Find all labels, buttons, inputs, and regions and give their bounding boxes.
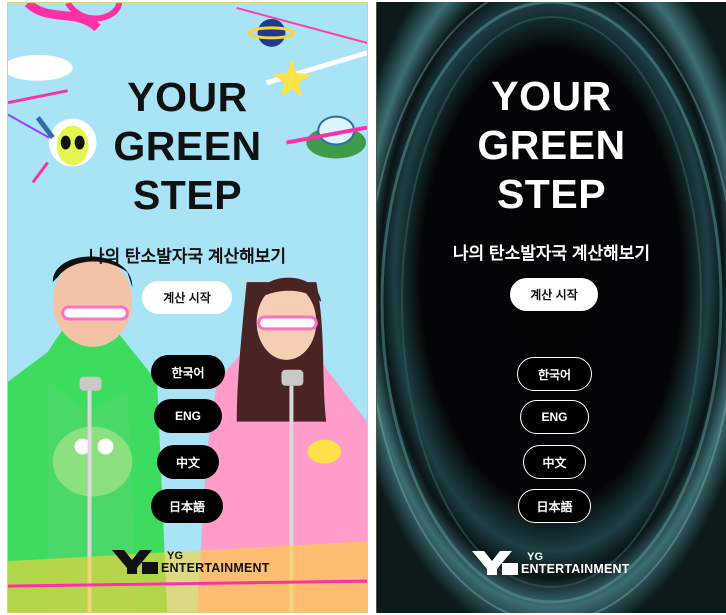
lang-button-japanese[interactable]: 日本語 bbox=[518, 489, 591, 523]
headline-line-1: YOUR bbox=[491, 73, 612, 119]
left-screen: YOUR GREEN STEP 나의 탄소발자국 계산해보기 계산 시작 한국어… bbox=[7, 2, 368, 613]
headline-line-2: GREEN bbox=[113, 123, 262, 169]
right-screen: YOUR GREEN STEP 나의 탄소발자국 계산해보기 계산 시작 한국어… bbox=[376, 2, 726, 613]
headline-line-3: STEP bbox=[496, 171, 607, 217]
start-button[interactable]: 계산 시작 bbox=[142, 281, 232, 314]
yg-logo-icon bbox=[472, 551, 518, 575]
lang-button-english[interactable]: ENG bbox=[520, 400, 589, 434]
start-button[interactable]: 계산 시작 bbox=[510, 278, 598, 311]
logo-text-entertainment: ENTERTAINMENT bbox=[521, 562, 630, 576]
lang-button-korean[interactable]: 한국어 bbox=[151, 355, 225, 389]
subtitle: 나의 탄소발자국 계산해보기 bbox=[452, 244, 651, 263]
lang-button-chinese[interactable]: 中文 bbox=[523, 445, 586, 479]
headline-line-1: YOUR bbox=[127, 74, 248, 120]
yg-entertainment-logo: YG ENTERTAINMENT bbox=[112, 546, 270, 574]
lang-button-chinese[interactable]: 中文 bbox=[157, 445, 219, 479]
yg-logo-icon bbox=[112, 550, 158, 574]
headline: YOUR GREEN STEP bbox=[8, 73, 367, 220]
subtitle: 나의 탄소발자국 계산해보기 bbox=[88, 247, 287, 266]
lang-button-english[interactable]: ENG bbox=[154, 399, 222, 433]
headline: YOUR GREEN STEP bbox=[377, 72, 726, 219]
headline-line-3: STEP bbox=[132, 172, 243, 218]
lang-button-japanese[interactable]: 日本語 bbox=[151, 489, 223, 523]
yg-entertainment-logo: YG ENTERTAINMENT bbox=[472, 547, 630, 575]
logo-text-entertainment: ENTERTAINMENT bbox=[161, 561, 270, 575]
headline-line-2: GREEN bbox=[477, 122, 626, 168]
lang-button-korean[interactable]: 한국어 bbox=[517, 357, 592, 391]
